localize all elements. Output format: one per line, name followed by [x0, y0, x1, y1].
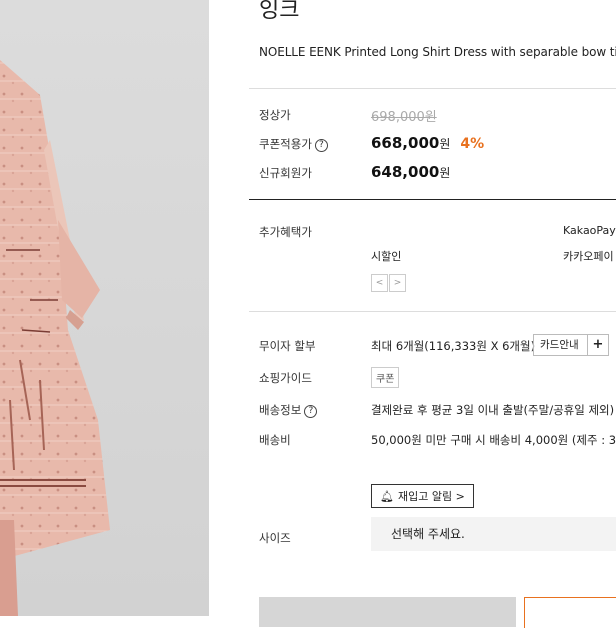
divider-dark	[249, 199, 616, 200]
kakaopay-title: KakaoPay	[563, 224, 616, 237]
brand-name: 잉크	[259, 0, 300, 23]
member-price-value: 648,000	[371, 163, 440, 181]
shopping-guide-label: 쇼핑가이드	[259, 371, 312, 385]
chevron-right-icon: >	[455, 490, 465, 503]
bell-icon: 🔔︎	[380, 490, 394, 503]
kakaopay-sub: 카카오페이	[563, 250, 614, 263]
benefit-discount-text: 시할인	[371, 250, 402, 263]
help-icon[interactable]: ?	[304, 405, 318, 418]
installment-label: 무이자 할부	[259, 339, 316, 353]
coupon-price-value: 668,000	[371, 134, 440, 152]
divider	[249, 311, 616, 312]
card-info-button[interactable]: 카드안내 +	[533, 334, 609, 356]
coupon-price-label-text: 쿠폰적용가	[259, 137, 312, 151]
help-icon[interactable]: ?	[314, 139, 328, 152]
pager-next-button[interactable]: >	[389, 274, 406, 292]
coupon-price: 668,000원 4%	[371, 134, 484, 152]
regular-price-label: 정상가	[259, 108, 291, 122]
coupon-price-label: 쿠폰적용가?	[259, 136, 328, 152]
pager-prev-button[interactable]: <	[371, 274, 388, 292]
model-photo	[0, 60, 110, 616]
installment-value: 최대 6개월(116,333원 X 6개월)	[371, 339, 536, 353]
cart-button[interactable]	[259, 597, 516, 627]
shipping-info-label: 배송정보?	[259, 402, 318, 418]
benefit-pager: < >	[371, 274, 407, 292]
size-select-placeholder: 선택해 주세요.	[391, 527, 465, 541]
shipping-fee-value: 50,000원 미만 구매 시 배송비 4,000원 (제주 : 3,0	[371, 433, 616, 447]
product-name: NOELLE EENK Printed Long Shirt Dress wit…	[259, 45, 616, 59]
shipping-fee-label: 배송비	[259, 433, 291, 447]
card-info-label: 카드안내	[540, 339, 579, 351]
shipping-info-label-text: 배송정보	[259, 403, 302, 417]
restock-alert-button[interactable]: 🔔︎ 재입고 알림 >	[371, 484, 474, 508]
restock-label: 재입고 알림	[397, 490, 453, 503]
benefit-label: 추가혜택가	[259, 225, 312, 239]
member-price-unit: 원	[439, 166, 451, 180]
buy-button[interactable]	[524, 597, 616, 628]
size-select[interactable]: 선택해 주세요.	[371, 517, 616, 551]
product-image	[0, 0, 209, 616]
member-price: 648,000원	[371, 163, 450, 181]
member-price-label: 신규회원가	[259, 166, 312, 180]
regular-price: 698,000원	[371, 110, 437, 125]
size-label: 사이즈	[259, 531, 291, 545]
product-info-panel: 잉크 NOELLE EENK Printed Long Shirt Dress …	[209, 0, 616, 628]
coupon-price-unit: 원	[439, 137, 451, 151]
coupon-tag[interactable]: 쿠폰	[371, 367, 400, 388]
shipping-info-value: 결제완료 후 평균 3일 이내 출발(주말/공휴일 제외)	[371, 403, 615, 417]
discount-rate: 4%	[460, 136, 485, 152]
divider	[249, 88, 616, 89]
plus-icon[interactable]: +	[587, 335, 608, 355]
